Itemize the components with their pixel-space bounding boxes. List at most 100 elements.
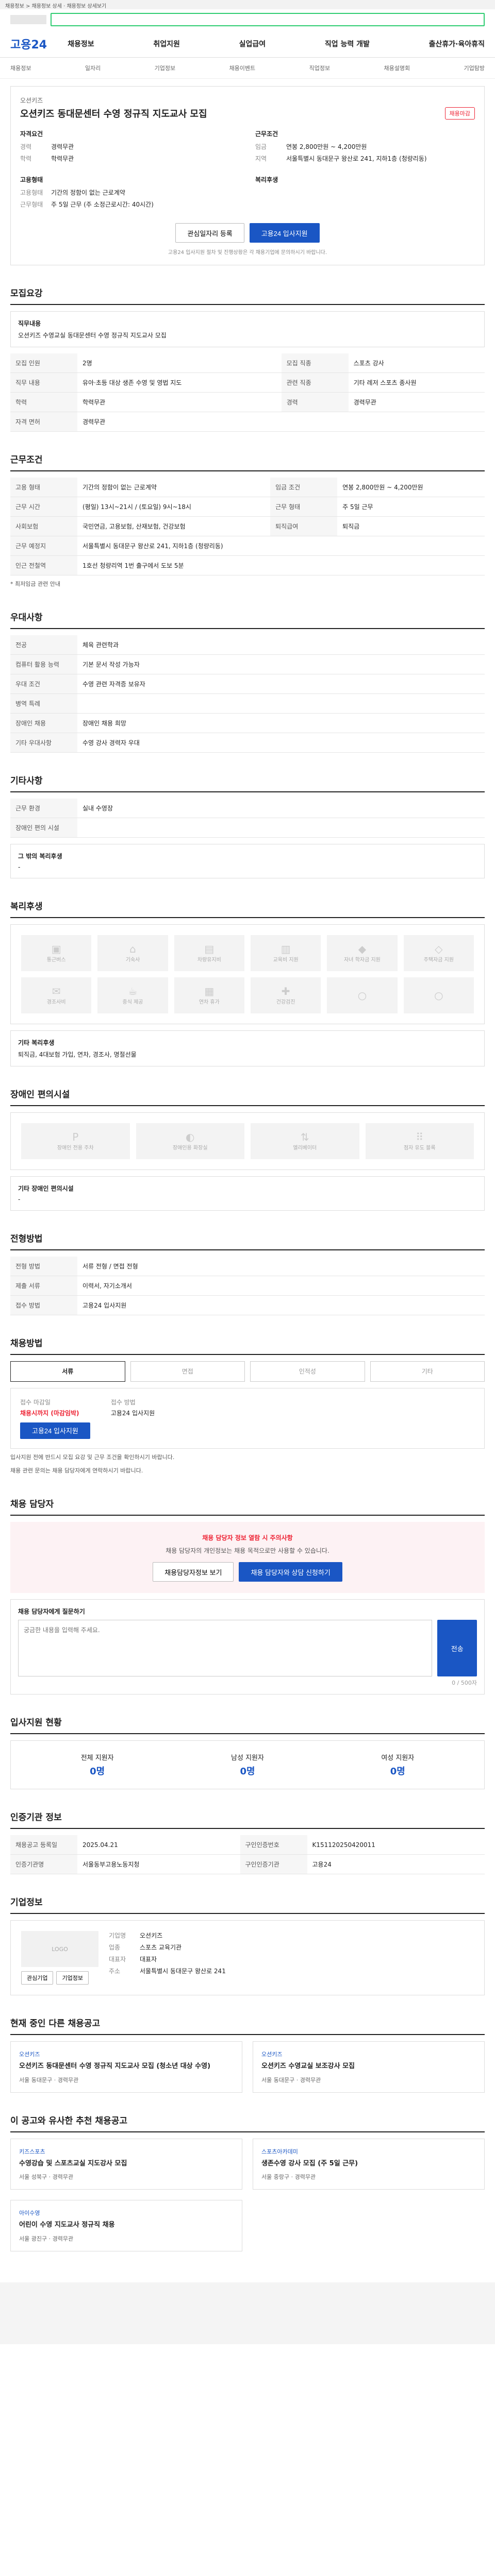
row-key: 장애인 채용	[10, 713, 77, 733]
welfare-item: ○	[327, 977, 398, 1013]
job-desc: 오션키즈 수영교실 동대문센터 수영 정규직 지도교사 모집	[18, 332, 167, 339]
search-input[interactable]	[51, 13, 485, 26]
apply-button[interactable]: 고용24 입사지원	[249, 223, 320, 243]
tab-etc[interactable]: 기타	[370, 1361, 485, 1382]
section-title: 현재 중인 다른 채용공고	[10, 2016, 485, 2036]
consult-button[interactable]: 채용 담당자와 상담 신청하기	[239, 1562, 342, 1582]
meta-table: 채용공고 등록일 2025.04.21 구인인증번호 K151120250420011…	[10, 1835, 485, 1875]
kv-value: 서울특별시 동대문구 왕산로 241, 지하1층 (청량리동)	[286, 155, 427, 162]
gnb-item-support[interactable]: 취업지원	[153, 39, 180, 49]
card-title[interactable]: 생존수영 강사 모집 (주 5일 근무)	[261, 2159, 476, 2169]
gnb-item-leave[interactable]: 출산휴가·육아휴직	[429, 39, 485, 49]
row-value: 서울동부고용노동지청	[77, 1854, 240, 1875]
row-key: 인증기관명	[10, 1854, 77, 1875]
job-card[interactable]: 스포츠아카데미 생존수영 강사 모집 (주 5일 근무) 서울 중랑구 · 경력…	[253, 2138, 485, 2190]
scrap-button[interactable]: 관심일자리 등록	[175, 223, 244, 243]
work-section: 근무조건 고용 형태 기간의 정함이 없는 근로계약 임금 조건 연봉 2,800만원…	[10, 452, 485, 589]
kv-value: 주 5일 근무 (주 소정근로시간: 40시간)	[51, 201, 154, 208]
tab-interview[interactable]: 면접	[130, 1361, 245, 1382]
row-key: 전형 방법	[10, 1256, 77, 1276]
process-table: 전형 방법 서류 전형 / 면접 전형 제출 서류 이력서, 자기소개서 접수 방법…	[10, 1256, 485, 1315]
gnb-item-jobs[interactable]: 채용정보	[68, 39, 94, 49]
follow-company-button[interactable]: 관심기업	[21, 1971, 54, 1985]
section-title: 장애인 편의시설	[10, 1087, 485, 1106]
row-key: 사회보험	[10, 516, 77, 536]
subnav-item[interactable]: 채용이벤트	[229, 64, 256, 72]
gnb-item-unemployment[interactable]: 실업급여	[239, 39, 266, 49]
health-icon: ✚	[281, 985, 290, 998]
row-value: 경력무관	[348, 392, 485, 412]
company-name[interactable]: 오션키즈	[20, 96, 475, 105]
subnav-item[interactable]: 직업정보	[309, 64, 330, 72]
tab-document[interactable]: 서류	[10, 1361, 125, 1382]
card-company: 오션키즈	[19, 2051, 40, 2058]
deadline-label: 접수 마감일	[20, 1398, 51, 1406]
kv-key: 지역	[255, 155, 267, 162]
row-value: 학력무관	[77, 392, 282, 412]
card-meta: 서울 동대문구 · 경력무관	[19, 2076, 79, 2083]
subnav-item[interactable]: 일자리	[85, 64, 101, 72]
apply-tabs: 서류 면접 인적성 기타	[10, 1361, 485, 1382]
card-title[interactable]: 수영강습 및 스포츠교실 지도강사 모집	[19, 2159, 234, 2169]
row-key: 관련 직종	[281, 372, 349, 393]
row-key: 자격 면허	[10, 412, 77, 432]
subnav-item[interactable]: 기업정보	[155, 64, 175, 72]
qa-send-button[interactable]: 전송	[437, 1620, 477, 1677]
row-key: 접수 방법	[10, 1295, 77, 1315]
calendar-icon: ▦	[204, 985, 214, 998]
tab-aptitude[interactable]: 인적성	[250, 1361, 365, 1382]
welfare-item: ▤ 차량유지비	[174, 935, 244, 971]
row-key: 채용공고 등록일	[10, 1835, 77, 1855]
qa-textarea[interactable]	[18, 1620, 433, 1677]
row-key: 병역 특례	[10, 693, 77, 714]
work-table: 고용 형태 기간의 정함이 없는 근로계약 임금 조건 연봉 2,800만원 ~ 4,…	[10, 478, 485, 575]
job-card[interactable]: 키즈스포츠 수영강습 및 스포츠교실 지도강사 모집 서울 성북구 · 경력무관	[10, 2138, 242, 2190]
kv-value: 학력무관	[51, 155, 74, 162]
welfare-item: ✚ 건강검진	[250, 977, 321, 1013]
gnb-item-training[interactable]: 직업 능력 개발	[325, 39, 370, 49]
job-desc-title: 직무내용	[18, 320, 41, 327]
row-key: 장애인 편의 시설	[10, 818, 77, 838]
welfare-item: ◇ 주택자금 지원	[403, 935, 474, 971]
disability-item: ◐ 장애인용 화장실	[136, 1123, 244, 1159]
kv-value: 대표자	[140, 1956, 157, 1963]
house-icon: ⌂	[129, 943, 136, 956]
job-card[interactable]: 오션키즈 오션키즈 동대문센터 수영 정규직 지도교사 모집 (청소년 대상 수…	[10, 2041, 242, 2093]
warning-text: 채용 담당자의 개인정보는 채용 목적으로만 사용할 수 있습니다.	[166, 1547, 329, 1555]
card-title[interactable]: 어린이 수영 지도교사 정규직 채용	[19, 2220, 234, 2230]
row-value: 고용24 입사지원	[77, 1295, 485, 1315]
section-title: 이 공고와 유사한 추천 채용공고	[10, 2113, 485, 2132]
row-key: 기타 우대사항	[10, 733, 77, 753]
kv-key: 경력	[20, 143, 32, 150]
row-value: 유아·초등 대상 생존 수영 및 영법 지도	[77, 372, 282, 393]
card-title[interactable]: 오션키즈 동대문센터 수영 정규직 지도교사 모집 (청소년 대상 수영)	[19, 2061, 234, 2072]
row-key: 근무 형태	[270, 497, 338, 517]
similar-section: 현재 중인 다른 채용공고 오션키즈 오션키즈 동대문센터 수영 정규직 지도교…	[10, 2016, 485, 2093]
apply-notice: 고용24 입사지원 절차 및 진행상황은 각 채용기업에 문의하시기 바랍니다.	[168, 250, 327, 256]
subnav-item[interactable]: 기업탐방	[464, 64, 484, 72]
brand-logo[interactable]: 고용24	[10, 36, 47, 52]
apply-button-2[interactable]: 고용24 입사지원	[20, 1422, 90, 1439]
job-card[interactable]: 오션키즈 오션키즈 수영교실 보조강사 모집 서울 동대문구 · 경력무관	[253, 2041, 485, 2093]
card-company: 오션키즈	[261, 2051, 283, 2058]
process-section: 전형방법 전형 방법 서류 전형 / 면접 전형 제출 서류 이력서, 자기소개서 …	[10, 1231, 485, 1315]
card-title[interactable]: 오션키즈 수영교실 보조강사 모집	[261, 2061, 476, 2072]
welfare-item: ⌂ 기숙사	[97, 935, 168, 971]
contact-warning: 채용 담당자 정보 열람 시 주의사항 채용 담당자의 개인정보는 채용 목적으…	[10, 1522, 485, 1594]
row-key: 컴퓨터 활용 능력	[10, 654, 77, 674]
row-value: 퇴직금	[337, 516, 485, 536]
parking-icon: P	[72, 1131, 79, 1144]
subnav-item[interactable]: 채용설명회	[384, 64, 410, 72]
stat-item: 전체 지원자 0명	[80, 1754, 114, 1777]
row-value: 기타 레저 스포츠 종사원	[348, 372, 485, 393]
row-value: 1호선 청량리역 1번 출구에서 도보 5분	[77, 555, 485, 575]
row-key: 경력	[281, 392, 349, 412]
site-logo[interactable]	[10, 15, 46, 24]
subnav-item[interactable]: 채용정보	[10, 64, 31, 72]
disability-item: P 장애인 전용 주차	[21, 1123, 130, 1159]
view-contact-button[interactable]: 채용담당자정보 보기	[153, 1562, 234, 1582]
job-card[interactable]: 아이수영 어린이 수영 지도교사 정규직 채용 서울 광진구 · 경력무관	[10, 2200, 242, 2251]
card-meta: 서울 동대문구 · 경력무관	[261, 2076, 321, 2083]
company-info-button[interactable]: 기업정보	[56, 1971, 89, 1985]
company-logo: LOGO	[21, 1931, 98, 1968]
